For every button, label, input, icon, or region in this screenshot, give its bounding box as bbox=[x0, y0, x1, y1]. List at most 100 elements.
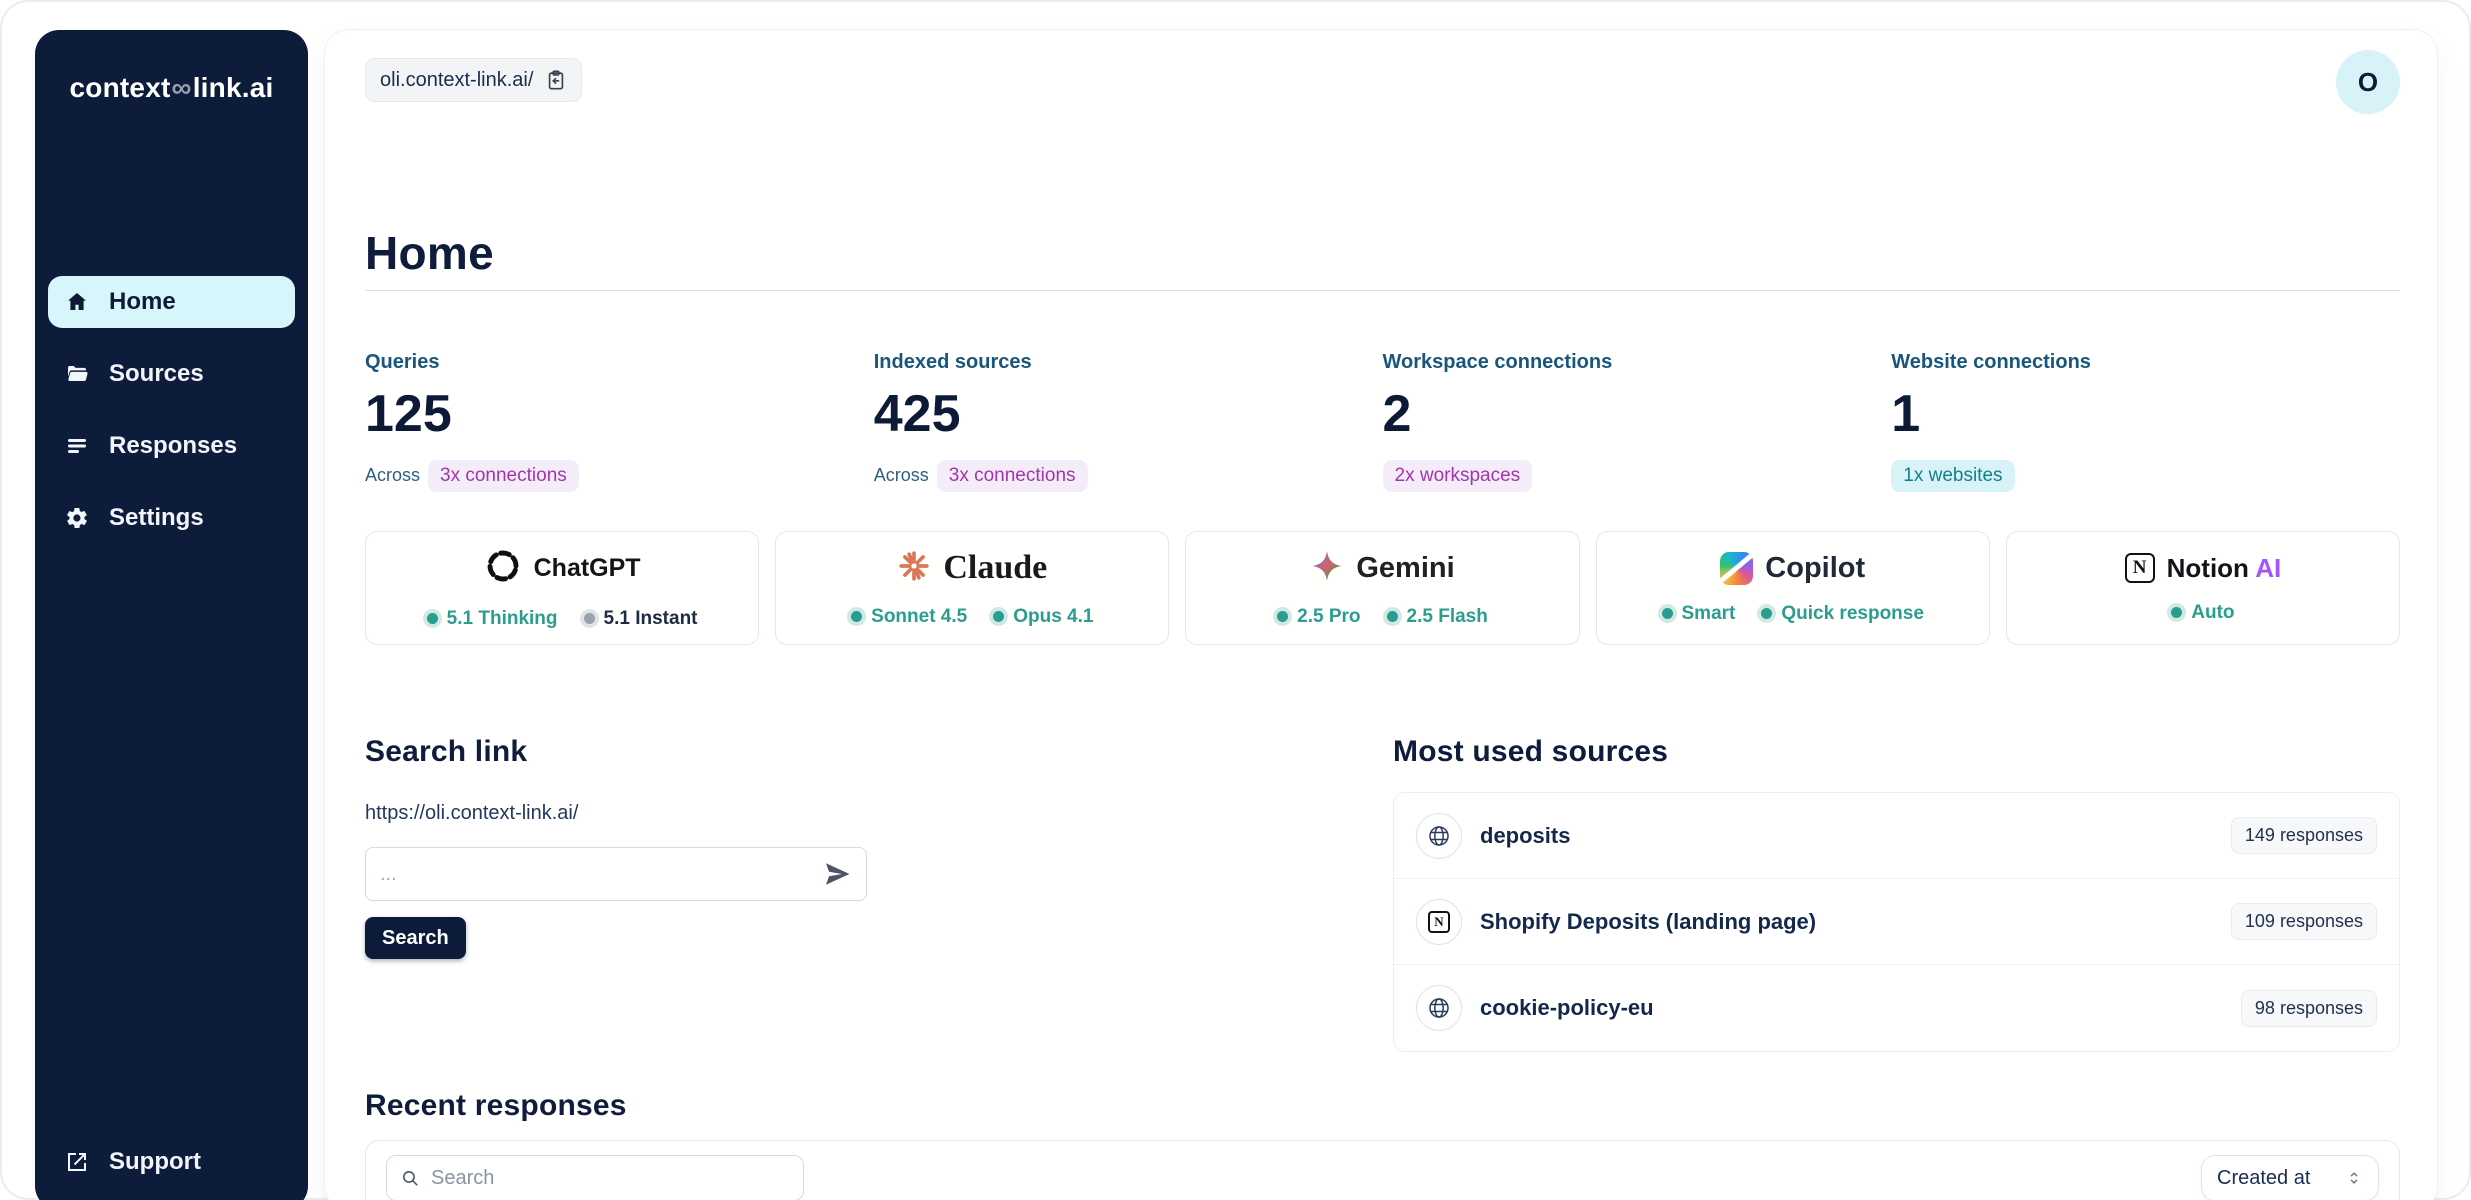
status-dot-gray bbox=[584, 613, 595, 624]
recent-responses-card: Created at bbox=[365, 1140, 2400, 1200]
source-row[interactable]: deposits 149 responses bbox=[1394, 793, 2399, 879]
user-avatar[interactable]: O bbox=[2336, 50, 2400, 114]
model-name: Claude bbox=[943, 549, 1047, 587]
page-title: Home bbox=[365, 230, 2400, 276]
most-used-sources-section: Most used sources deposits 149 responses… bbox=[1393, 735, 2400, 1052]
stat-badge: 2x workspaces bbox=[1383, 460, 1533, 492]
source-name: deposits bbox=[1480, 823, 1570, 849]
stat-value: 1 bbox=[1891, 388, 2400, 440]
send-icon bbox=[822, 859, 852, 889]
sidebar-item-label: Settings bbox=[109, 504, 204, 532]
sidebar-item-settings[interactable]: Settings bbox=[48, 492, 295, 544]
most-used-heading: Most used sources bbox=[1393, 735, 2400, 768]
gear-icon bbox=[65, 506, 89, 530]
title-divider bbox=[365, 290, 2400, 291]
search-base-url: https://oli.context-link.ai/ bbox=[365, 802, 1393, 825]
folder-icon bbox=[65, 362, 89, 386]
status-dot-teal bbox=[1761, 608, 1772, 619]
source-response-count: 149 responses bbox=[2231, 817, 2377, 854]
model-badge: Smart bbox=[1662, 603, 1736, 625]
topbar: oli.context-link.ai/ O bbox=[365, 30, 2400, 102]
sidebar-nav: Home Sources Responses Settings bbox=[35, 276, 308, 544]
search-link-heading: Search link bbox=[365, 735, 1393, 768]
home-icon bbox=[65, 290, 89, 314]
model-name: ChatGPT bbox=[534, 554, 641, 583]
status-dot-teal bbox=[427, 613, 438, 624]
status-dot-teal bbox=[993, 611, 1004, 622]
model-badge: Quick response bbox=[1761, 603, 1924, 625]
logo-text-pre: context bbox=[70, 72, 171, 103]
recent-search-wrap bbox=[386, 1155, 804, 1200]
model-card-chatgpt: ChatGPT 5.1 Thinking 5.1 Instant bbox=[365, 531, 759, 645]
stat-badge: 3x connections bbox=[937, 460, 1088, 492]
most-used-list: deposits 149 responses N Shopify Deposit… bbox=[1393, 792, 2400, 1052]
app-window: context∞link.ai Home Sources Responses bbox=[0, 0, 2471, 1200]
stat-label: Website connections bbox=[1891, 351, 2400, 374]
notion-icon: N bbox=[1416, 899, 1462, 945]
status-dot-teal bbox=[1662, 608, 1673, 619]
model-badge: 5.1 Thinking bbox=[427, 608, 558, 630]
copilot-logo-icon bbox=[1720, 552, 1753, 585]
list-icon bbox=[65, 434, 89, 458]
search-link-section: Search link https://oli.context-link.ai/… bbox=[365, 735, 1393, 1052]
status-dot-teal bbox=[2171, 607, 2182, 618]
workspace-url-chip[interactable]: oli.context-link.ai/ bbox=[365, 58, 582, 102]
search-icon bbox=[401, 1169, 420, 1188]
globe-icon bbox=[1416, 813, 1462, 859]
stat-queries: Queries 125 Across 3x connections bbox=[365, 351, 874, 491]
model-badge: 2.5 Flash bbox=[1387, 606, 1488, 628]
sidebar-item-home[interactable]: Home bbox=[48, 276, 295, 328]
source-row[interactable]: N Shopify Deposits (landing page) 109 re… bbox=[1394, 879, 2399, 965]
clipboard-paste-icon[interactable] bbox=[545, 69, 567, 91]
status-dot-teal bbox=[1387, 611, 1398, 622]
middle-section: Search link https://oli.context-link.ai/… bbox=[365, 735, 2400, 1052]
sidebar-item-label: Responses bbox=[109, 432, 237, 460]
status-dot-teal bbox=[1277, 611, 1288, 622]
model-name: Gemini bbox=[1356, 552, 1454, 585]
source-response-count: 98 responses bbox=[2241, 990, 2377, 1027]
logo-text-post: link.ai bbox=[193, 72, 274, 103]
search-button[interactable]: Search bbox=[365, 917, 466, 959]
stat-badge: 1x websites bbox=[1891, 460, 2014, 492]
stats-row: Queries 125 Across 3x connections Indexe… bbox=[365, 351, 2400, 491]
sidebar-item-sources[interactable]: Sources bbox=[48, 348, 295, 400]
source-row[interactable]: cookie-policy-eu 98 responses bbox=[1394, 965, 2399, 1051]
chevron-up-down-icon bbox=[2345, 1169, 2363, 1187]
query-input[interactable] bbox=[380, 863, 822, 886]
stat-workspace-connections: Workspace connections 2 2x workspaces bbox=[1383, 351, 1892, 491]
send-button[interactable] bbox=[822, 859, 852, 889]
recent-search-input[interactable] bbox=[431, 1167, 789, 1190]
model-badge: Auto bbox=[2171, 602, 2234, 624]
stat-website-connections: Website connections 1 1x websites bbox=[1891, 351, 2400, 491]
main-content: oli.context-link.ai/ O Home Queries 125 … bbox=[325, 30, 2437, 1200]
stat-value: 2 bbox=[1383, 388, 1892, 440]
model-card-notion-ai: N Notion AI Auto bbox=[2006, 531, 2400, 645]
query-input-wrap bbox=[365, 847, 867, 901]
recent-responses-section: Recent responses Created at bbox=[365, 1089, 2400, 1200]
sidebar-item-label: Support bbox=[109, 1148, 201, 1176]
infinity-link-icon: ∞ bbox=[171, 72, 193, 103]
model-cards-row: ChatGPT 5.1 Thinking 5.1 Instant bbox=[365, 531, 2400, 645]
avatar-letter: O bbox=[2358, 67, 2378, 98]
openai-logo-icon bbox=[484, 547, 522, 590]
sidebar-item-support[interactable]: Support bbox=[48, 1136, 295, 1188]
stat-prefix: Across bbox=[874, 465, 929, 486]
model-card-claude: Claude Sonnet 4.5 Opus 4.1 bbox=[775, 531, 1169, 645]
model-name: Notion AI bbox=[2167, 553, 2282, 584]
stat-value: 125 bbox=[365, 388, 874, 440]
sort-select[interactable]: Created at bbox=[2201, 1155, 2379, 1200]
app-logo: context∞link.ai bbox=[35, 30, 308, 104]
model-card-gemini: Gemini 2.5 Pro 2.5 Flash bbox=[1185, 531, 1579, 645]
sidebar-item-responses[interactable]: Responses bbox=[48, 420, 295, 472]
source-name: Shopify Deposits (landing page) bbox=[1480, 909, 1816, 935]
claude-logo-icon bbox=[897, 549, 931, 588]
external-link-icon bbox=[65, 1150, 89, 1174]
stat-label: Indexed sources bbox=[874, 351, 1383, 374]
model-badge: Opus 4.1 bbox=[993, 606, 1093, 628]
workspace-url: oli.context-link.ai/ bbox=[380, 69, 533, 92]
sidebar-item-label: Home bbox=[109, 288, 176, 316]
stat-prefix: Across bbox=[365, 465, 420, 486]
stat-indexed-sources: Indexed sources 425 Across 3x connection… bbox=[874, 351, 1383, 491]
model-name-suffix: AI bbox=[2255, 553, 2281, 583]
stat-label: Workspace connections bbox=[1383, 351, 1892, 374]
